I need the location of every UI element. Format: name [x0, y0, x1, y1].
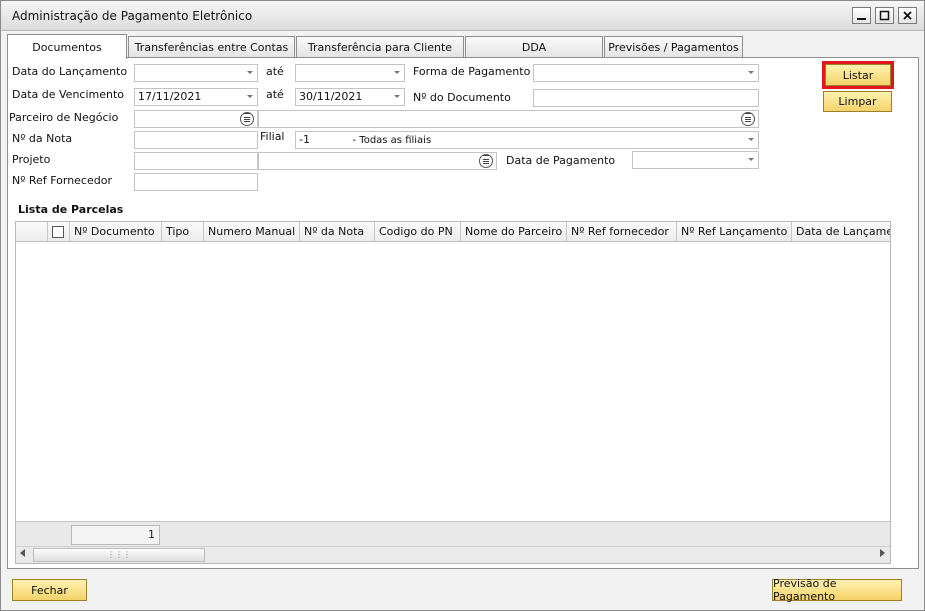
payment-admin-window: Administração de Pagamento Eletrônico Do… — [0, 0, 925, 611]
chevron-down-icon[interactable] — [748, 71, 754, 74]
projeto-code-input[interactable] — [134, 152, 258, 170]
data-vencimento-label: Data de Vencimento — [12, 88, 125, 101]
col-numero-documento[interactable]: Nº Documento — [70, 222, 162, 242]
select-all-checkbox[interactable] — [52, 226, 64, 238]
window-title: Administração de Pagamento Eletrônico — [12, 9, 253, 23]
listar-button[interactable]: Listar — [825, 64, 891, 86]
filial-label: Filial — [260, 130, 285, 143]
data-lancamento-to-field[interactable] — [295, 64, 405, 82]
data-vencimento-to-field[interactable]: 30/11/2021 — [295, 88, 405, 106]
row-header-cell — [16, 222, 48, 242]
grid-footer: 1 — [16, 521, 890, 546]
scroll-right-icon[interactable] — [880, 549, 885, 557]
documentos-panel: Data do Lançamento até Forma de Pagament… — [7, 57, 919, 569]
col-codigo-pn[interactable]: Codigo do PN — [375, 222, 461, 242]
projeto-name-input[interactable] — [258, 152, 497, 170]
scroll-left-icon[interactable] — [20, 549, 25, 557]
col-ref-fornecedor[interactable]: Nº Ref fornecedor — [567, 222, 677, 242]
row-count: 1 — [71, 525, 160, 545]
tab-transferencia-cliente[interactable]: Transferência para Cliente — [296, 36, 464, 58]
numero-nota-label: Nº da Nota — [12, 132, 73, 145]
tab-documentos[interactable]: Documentos — [7, 34, 127, 59]
choose-list-icon[interactable] — [741, 112, 755, 126]
parceiro-name-input[interactable] — [258, 110, 759, 128]
chevron-down-icon[interactable] — [394, 71, 400, 74]
col-nome-parceiro[interactable]: Nome do Parceiro — [461, 222, 567, 242]
filial-select[interactable]: -1 - Todas as filiais — [295, 131, 759, 149]
horizontal-scrollbar[interactable]: ⋮⋮⋮ — [16, 546, 890, 563]
tab-transferencias-contas[interactable]: Transferências entre Contas — [128, 36, 295, 58]
projeto-label: Projeto — [12, 153, 51, 166]
tab-dda[interactable]: DDA — [465, 36, 603, 58]
minimize-button[interactable] — [852, 7, 871, 24]
chevron-down-icon[interactable] — [247, 95, 253, 98]
data-pagamento-field[interactable] — [632, 151, 759, 169]
title-bar: Administração de Pagamento Eletrônico — [1, 1, 924, 31]
col-numero-nota[interactable]: Nº da Nota — [300, 222, 375, 242]
previsao-pagamento-button[interactable]: Previsão de Pagamento — [772, 577, 902, 603]
col-data-lancamento[interactable]: Data de Lançamento — [792, 222, 890, 242]
choose-list-icon[interactable] — [240, 112, 254, 126]
grid-header: Nº Documento Tipo Numero Manual Nº da No… — [16, 222, 890, 242]
parceiro-label: Parceiro de Negócio — [9, 111, 119, 124]
numero-documento-input[interactable] — [533, 89, 759, 107]
data-lancamento-label: Data do Lançamento — [12, 65, 128, 78]
col-numero-manual[interactable]: Numero Manual — [204, 222, 300, 242]
data-pagamento-label: Data de Pagamento — [506, 154, 616, 167]
fechar-button[interactable]: Fechar — [12, 579, 87, 601]
data-vencimento-from-field[interactable]: 17/11/2021 — [134, 88, 258, 106]
ate-label: até — [266, 65, 284, 78]
maximize-icon — [879, 10, 890, 21]
choose-list-icon[interactable] — [479, 154, 493, 168]
scroll-thumb[interactable]: ⋮⋮⋮ — [33, 548, 205, 562]
tab-previsoes-pagamentos[interactable]: Previsões / Pagamentos — [604, 36, 743, 58]
limpar-button[interactable]: Limpar — [823, 91, 892, 112]
col-tipo[interactable]: Tipo — [162, 222, 204, 242]
col-ref-lancamento[interactable]: Nº Ref Lançamento — [677, 222, 792, 242]
lista-parcelas-title: Lista de Parcelas — [18, 203, 124, 216]
forma-pagamento-select[interactable] — [533, 64, 759, 82]
parceiro-code-input[interactable] — [134, 110, 258, 128]
ref-fornecedor-label: Nº Ref Fornecedor — [12, 174, 112, 187]
numero-nota-input[interactable] — [134, 131, 258, 149]
parcelas-grid: Nº Documento Tipo Numero Manual Nº da No… — [15, 221, 891, 564]
chevron-down-icon[interactable] — [748, 138, 754, 141]
ate-label: até — [266, 88, 284, 101]
numero-documento-label: Nº do Documento — [413, 91, 511, 104]
chevron-down-icon[interactable] — [247, 71, 253, 74]
ref-fornecedor-input[interactable] — [134, 173, 258, 191]
minimize-icon — [857, 18, 866, 20]
maximize-button[interactable] — [875, 7, 894, 24]
close-icon — [903, 11, 912, 20]
data-lancamento-from-field[interactable] — [134, 64, 258, 82]
forma-pagamento-label: Forma de Pagamento — [413, 65, 531, 78]
close-button[interactable] — [898, 7, 917, 24]
chevron-down-icon[interactable] — [748, 158, 754, 161]
chevron-down-icon[interactable] — [394, 95, 400, 98]
